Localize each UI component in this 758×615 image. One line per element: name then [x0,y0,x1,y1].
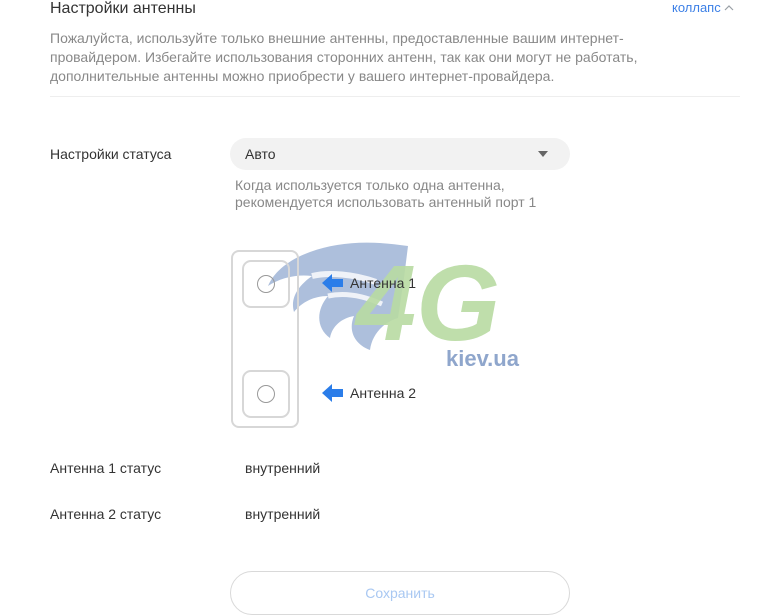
antenna-settings-page: Настройки антенны коллапс Пожалуйста, ис… [0,0,758,615]
antenna-1-status-label: Антенна 1 статус [50,460,162,476]
antenna-port-2 [242,370,290,418]
antenna-1-label: Антенна 1 [350,275,417,291]
collapse-toggle[interactable]: коллапс [672,0,734,15]
status-hint: Когда используется только одна антенна, … [235,177,537,210]
section-description: Пожалуйста, используйте только внешние а… [50,30,638,84]
section-title: Настройки антенны [50,0,196,17]
arrow-left-icon [322,384,343,402]
collapse-label[interactable]: коллапс [672,0,721,15]
antenna-2-status-label: Антенна 2 статус [50,506,162,522]
arrow-left-icon [322,274,343,292]
divider [50,96,740,97]
port-connector-icon [257,275,275,293]
device-diagram [231,250,299,428]
watermark-4g-text: 4G [354,242,500,363]
antenna-port-1 [242,260,290,308]
antenna-2-marker: Антенна 2 [322,384,416,402]
antenna-2-label: Антенна 2 [350,385,417,401]
save-button[interactable]: Сохранить [230,571,570,615]
watermark-site-text: kiev.ua [446,346,520,371]
caret-down-icon[interactable] [538,151,548,157]
antenna-1-marker: Антенна 1 [322,274,416,292]
antenna-2-status-value: внутренний [245,506,321,522]
watermark-logo: 4G kiev.ua [268,242,520,371]
status-select[interactable]: Авто [230,138,570,170]
status-select-value[interactable]: Авто [245,146,276,162]
chevron-up-icon[interactable] [724,4,734,11]
status-setting-label: Настройки статуса [50,146,172,162]
port-connector-icon [257,385,275,403]
antenna-1-status-value: внутренний [245,460,321,476]
